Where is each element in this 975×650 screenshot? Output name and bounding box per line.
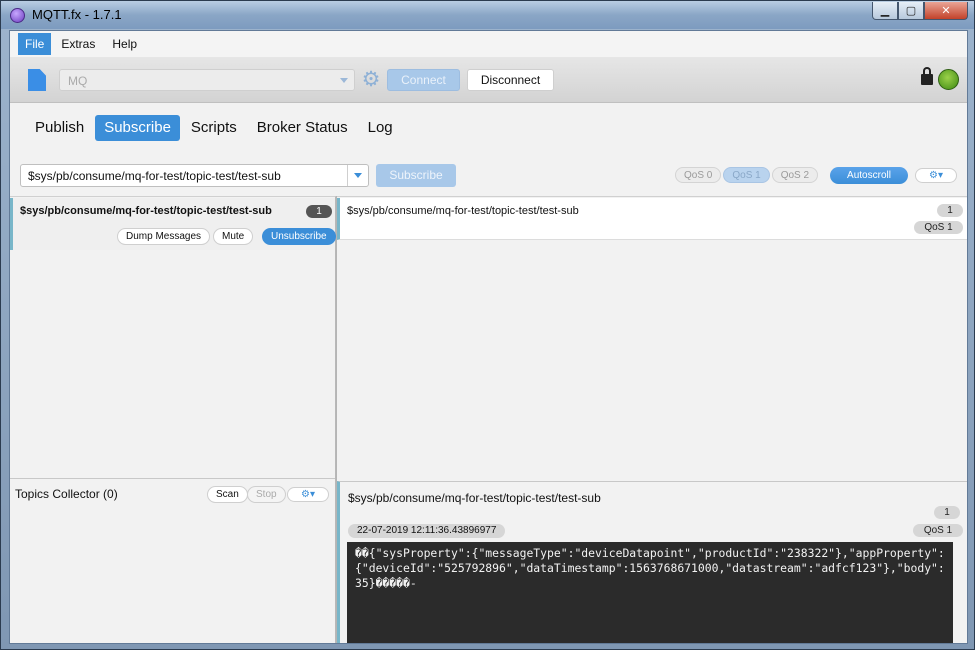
qos-1-button[interactable]: QoS 1 bbox=[723, 167, 770, 183]
detail-timestamp: 22-07-2019 12:11:36.43896977 bbox=[348, 524, 506, 538]
topics-collector: Topics Collector (0) Scan Stop ⚙▾ bbox=[10, 478, 335, 643]
topics-collector-title: Topics Collector (0) bbox=[15, 487, 118, 501]
maximize-icon: ▢ bbox=[905, 5, 917, 17]
window-controls: ▁ ▢ ✕ bbox=[872, 2, 968, 20]
subscriptions-pane: $sys/pb/consume/mq-for-test/topic-test/t… bbox=[10, 196, 336, 643]
close-button[interactable]: ✕ bbox=[924, 2, 968, 20]
close-icon: ✕ bbox=[941, 5, 951, 17]
disconnect-button[interactable]: Disconnect bbox=[467, 69, 554, 91]
chevron-down-icon bbox=[340, 78, 348, 83]
chevron-down-icon[interactable] bbox=[354, 173, 362, 178]
lock-icon bbox=[921, 67, 933, 85]
tab-scripts[interactable]: Scripts bbox=[182, 115, 246, 141]
subscribe-topic-value: $sys/pb/consume/mq-for-test/topic-test/t… bbox=[28, 169, 281, 183]
mute-button[interactable]: Mute bbox=[213, 228, 254, 245]
tab-subscribe[interactable]: Subscribe bbox=[95, 115, 180, 141]
collector-options-gear-icon[interactable]: ⚙▾ bbox=[287, 487, 329, 502]
qos-0-button[interactable]: QoS 0 bbox=[675, 167, 722, 183]
detail-topic: $sys/pb/consume/mq-for-test/topic-test/t… bbox=[348, 491, 601, 505]
menu-extras[interactable]: Extras bbox=[54, 33, 102, 55]
stop-button[interactable]: Stop bbox=[247, 486, 286, 503]
message-count-badge: 1 bbox=[937, 204, 963, 217]
dump-messages-button[interactable]: Dump Messages bbox=[117, 228, 211, 245]
connection-toolbar: MQ ⚙ Connect Disconnect bbox=[10, 57, 967, 103]
connection-profile-select[interactable]: MQ bbox=[59, 69, 355, 91]
main-tabs: Publish Subscribe Scripts Broker Status … bbox=[26, 115, 404, 141]
tab-broker-status[interactable]: Broker Status bbox=[248, 115, 357, 141]
gear-icon[interactable]: ⚙ bbox=[360, 69, 382, 91]
message-list-item[interactable]: $sys/pb/consume/mq-for-test/topic-test/t… bbox=[337, 198, 967, 240]
detail-count-badge: 1 bbox=[934, 506, 960, 519]
app-icon bbox=[10, 8, 25, 23]
menu-bar: File Extras Help bbox=[10, 31, 967, 57]
message-payload[interactable]: ��{"sysProperty":{"messageType":"deviceD… bbox=[347, 542, 953, 643]
tab-publish[interactable]: Publish bbox=[26, 115, 93, 141]
messages-pane: $sys/pb/consume/mq-for-test/topic-test/t… bbox=[337, 196, 967, 643]
client-area: File Extras Help MQ ⚙ Connect Disconnect… bbox=[9, 30, 968, 644]
subscribe-options-gear-icon[interactable]: ⚙▾ bbox=[915, 168, 957, 183]
qos-selector: QoS 0 QoS 1 QoS 2 bbox=[675, 167, 820, 183]
subscribe-button[interactable]: Subscribe bbox=[376, 164, 456, 187]
subscription-count-badge: 1 bbox=[306, 205, 332, 218]
app-window: MQTT.fx - 1.7.1 ▁ ▢ ✕ File Extras Help M… bbox=[0, 0, 975, 650]
subscribe-topic-input[interactable]: $sys/pb/consume/mq-for-test/topic-test/t… bbox=[20, 164, 369, 187]
unsubscribe-button[interactable]: Unsubscribe bbox=[262, 228, 336, 245]
qos-2-button[interactable]: QoS 2 bbox=[771, 167, 819, 183]
maximize-button[interactable]: ▢ bbox=[898, 2, 924, 20]
profile-value: MQ bbox=[68, 74, 88, 88]
title-bar[interactable]: MQTT.fx - 1.7.1 ▁ ▢ ✕ bbox=[1, 1, 974, 29]
minimize-icon: ▁ bbox=[880, 5, 890, 17]
message-detail: $sys/pb/consume/mq-for-test/topic-test/t… bbox=[337, 481, 967, 643]
menu-help[interactable]: Help bbox=[105, 33, 144, 55]
subscription-topic: $sys/pb/consume/mq-for-test/topic-test/t… bbox=[20, 205, 272, 217]
detail-qos-badge: QoS 1 bbox=[913, 524, 963, 537]
message-qos-badge: QoS 1 bbox=[914, 221, 963, 234]
document-icon[interactable] bbox=[28, 69, 46, 91]
combo-separator bbox=[347, 165, 348, 186]
window-title: MQTT.fx - 1.7.1 bbox=[32, 7, 122, 22]
connection-status-icon bbox=[938, 69, 959, 90]
subscription-item[interactable]: $sys/pb/consume/mq-for-test/topic-test/t… bbox=[10, 198, 336, 250]
tab-log[interactable]: Log bbox=[359, 115, 402, 141]
connect-button[interactable]: Connect bbox=[387, 69, 460, 91]
autoscroll-button[interactable]: Autoscroll bbox=[830, 167, 908, 184]
menu-file[interactable]: File bbox=[18, 33, 52, 55]
minimize-button[interactable]: ▁ bbox=[872, 2, 898, 20]
scan-button[interactable]: Scan bbox=[207, 486, 248, 503]
message-topic: $sys/pb/consume/mq-for-test/topic-test/t… bbox=[347, 205, 579, 217]
